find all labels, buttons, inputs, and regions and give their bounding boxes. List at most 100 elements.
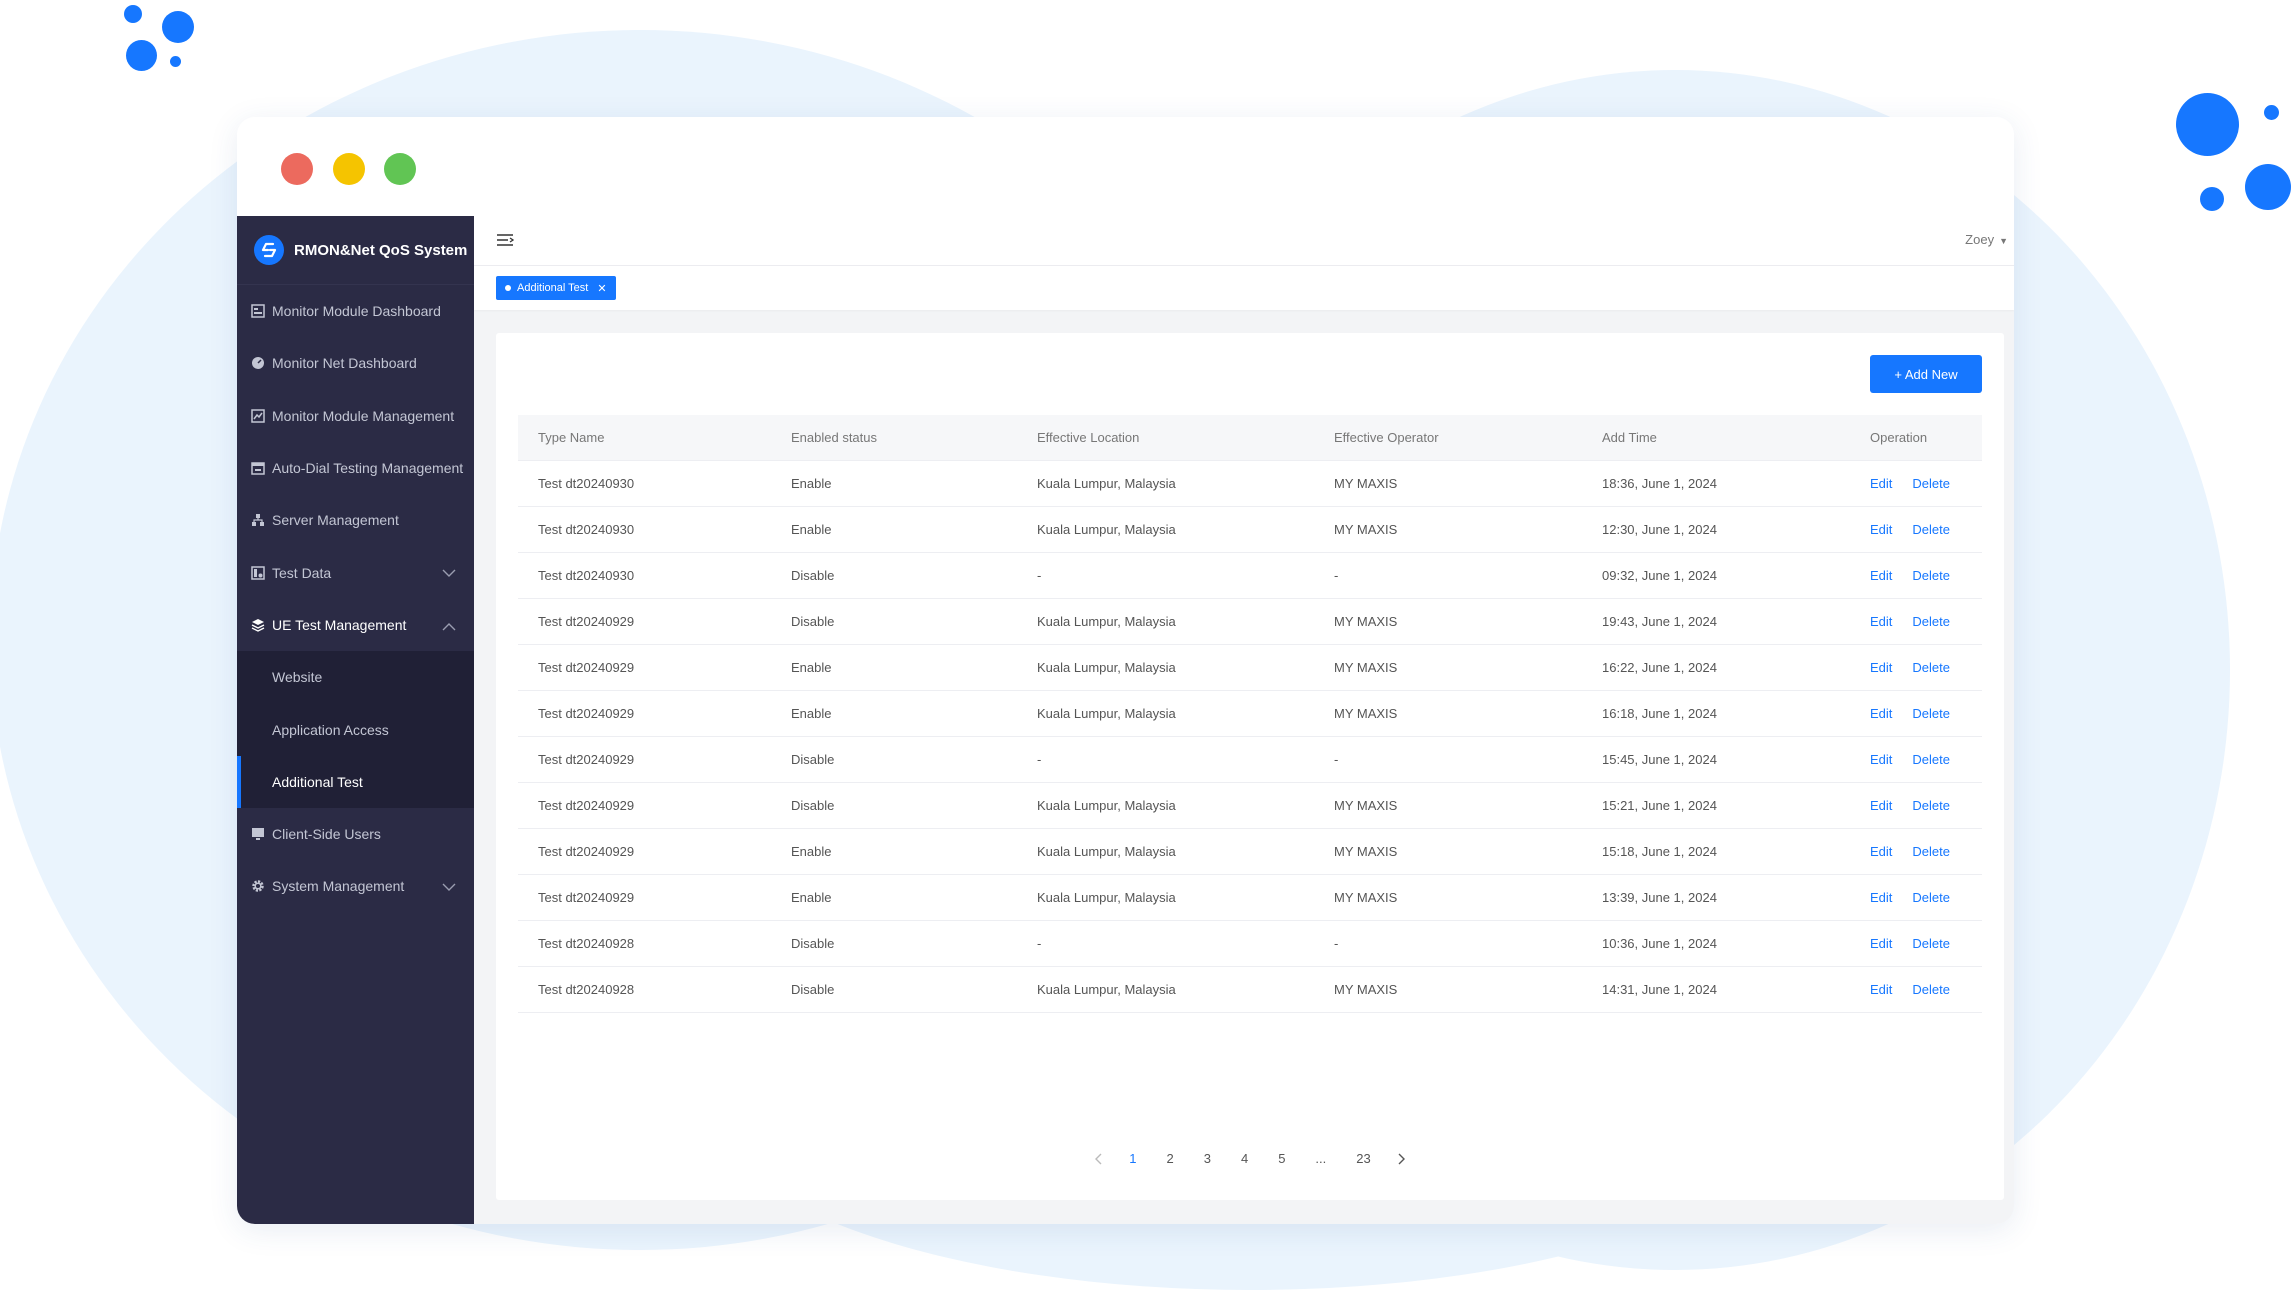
page-number[interactable]: 1 <box>1129 1151 1136 1166</box>
dashboard-icon <box>250 303 266 319</box>
delete-link[interactable]: Delete <box>1912 660 1950 675</box>
table-cell: Enable <box>771 506 1017 553</box>
delete-link[interactable]: Delete <box>1912 706 1950 721</box>
table-cell: Test dt20240929 <box>518 828 771 875</box>
edit-link[interactable]: Edit <box>1870 568 1892 583</box>
user-menu[interactable]: Zoey ▼ <box>1965 232 2008 247</box>
table-row: Test dt20240929 Enable Kuala Lumpur, Malay… <box>518 690 1982 737</box>
operation-cell: Edit Delete <box>1850 966 1982 1013</box>
sidebar-item-label: System Management <box>272 878 405 895</box>
table-cell: Test dt20240928 <box>518 920 771 967</box>
sidebar-item-label: Test Data <box>272 564 332 581</box>
minimize-window-button[interactable] <box>333 153 365 185</box>
sidebar-item-test-data[interactable]: Test Data <box>237 546 474 598</box>
menu-toggle-icon[interactable] <box>496 233 515 252</box>
delete-link[interactable]: Delete <box>1912 614 1950 629</box>
add-new-button[interactable]: + Add New <box>1870 355 1982 393</box>
sidebar-item-label: Monitor Module Dashboard <box>272 303 441 320</box>
main-area: Zoey ▼ Additional Test ✕ + Add New Type N… <box>474 216 2014 1224</box>
operation-cell: Edit Delete <box>1850 460 1982 507</box>
delete-link[interactable]: Delete <box>1912 982 1950 997</box>
table-cell: Kuala Lumpur, Malaysia <box>1017 874 1314 921</box>
sidebar: RMON&Net QoS System Monitor Module Dashb… <box>237 216 474 1224</box>
brand-logo-icon <box>254 235 284 265</box>
close-window-button[interactable] <box>281 153 313 185</box>
edit-link[interactable]: Edit <box>1870 936 1892 951</box>
page-number[interactable]: 5 <box>1278 1151 1285 1166</box>
delete-link[interactable]: Delete <box>1912 936 1950 951</box>
sidebar-item-label: Server Management <box>272 512 399 529</box>
brand[interactable]: RMON&Net QoS System <box>237 216 474 285</box>
table-cell: Disable <box>771 552 1017 599</box>
table-cell: Test dt20240929 <box>518 782 771 829</box>
table-row: Test dt20240929 Enable Kuala Lumpur, Malay… <box>518 828 1982 875</box>
edit-link[interactable]: Edit <box>1870 844 1892 859</box>
decor-dot <box>170 56 181 67</box>
edit-link[interactable]: Edit <box>1870 660 1892 675</box>
sidebar-item-label: Monitor Net Dashboard <box>272 355 417 372</box>
table-cell: Test dt20240928 <box>518 966 771 1013</box>
table-cell: 13:39, June 1, 2024 <box>1582 874 1850 921</box>
ue-test-submenu: Website Application Access Additional Te… <box>237 651 474 809</box>
table-cell: Enable <box>771 460 1017 507</box>
table-cell: Kuala Lumpur, Malaysia <box>1017 828 1314 875</box>
edit-link[interactable]: Edit <box>1870 522 1892 537</box>
table-cell: 16:22, June 1, 2024 <box>1582 644 1850 691</box>
operation-cell: Edit Delete <box>1850 920 1982 967</box>
delete-link[interactable]: Delete <box>1912 476 1950 491</box>
table-cell: 16:18, June 1, 2024 <box>1582 690 1850 737</box>
operation-cell: Edit Delete <box>1850 782 1982 829</box>
page-number[interactable]: 2 <box>1166 1151 1173 1166</box>
edit-link[interactable]: Edit <box>1870 476 1892 491</box>
edit-link[interactable]: Edit <box>1870 752 1892 767</box>
sidebar-item-ue-test-management[interactable]: UE Test Management <box>237 599 474 651</box>
sidebar-item-monitor-module-management[interactable]: Monitor Module Management <box>237 390 474 442</box>
delete-link[interactable]: Delete <box>1912 568 1950 583</box>
top-bar: Zoey ▼ <box>474 216 2014 266</box>
sidebar-item-monitor-module-dashboard[interactable]: Monitor Module Dashboard <box>237 285 474 337</box>
edit-link[interactable]: Edit <box>1870 798 1892 813</box>
table-cell: Disable <box>771 920 1017 967</box>
sidebar-subitem-additional-test[interactable]: Additional Test <box>237 755 474 809</box>
operation-cell: Edit Delete <box>1850 690 1982 737</box>
table-cell: 18:36, June 1, 2024 <box>1582 460 1850 507</box>
edit-link[interactable]: Edit <box>1870 614 1892 629</box>
maximize-window-button[interactable] <box>384 153 416 185</box>
page-number[interactable]: 4 <box>1241 1151 1248 1166</box>
chevron-left-icon <box>1095 1153 1102 1164</box>
delete-link[interactable]: Delete <box>1912 844 1950 859</box>
sidebar-subitem-website[interactable]: Website <box>237 651 474 703</box>
sidebar-item-system-management[interactable]: System Management <box>237 860 474 912</box>
next-page-button[interactable] <box>1398 1153 1406 1165</box>
delete-link[interactable]: Delete <box>1912 798 1950 813</box>
delete-link[interactable]: Delete <box>1912 522 1950 537</box>
edit-link[interactable]: Edit <box>1870 706 1892 721</box>
page-number[interactable]: 23 <box>1356 1151 1370 1166</box>
network-icon <box>250 512 266 528</box>
sidebar-subitem-application-access[interactable]: Application Access <box>237 703 474 755</box>
decor-dot <box>162 11 194 43</box>
sidebar-item-server-management[interactable]: Server Management <box>237 494 474 546</box>
close-icon[interactable]: ✕ <box>597 282 606 295</box>
table-cell: MY MAXIS <box>1314 874 1582 921</box>
sidebar-item-label: Monitor Module Management <box>272 407 455 424</box>
prev-page-button[interactable] <box>1094 1153 1102 1165</box>
window-titlebar <box>237 117 2014 216</box>
table-cell: MY MAXIS <box>1314 598 1582 645</box>
sidebar-item-monitor-net-dashboard[interactable]: Monitor Net Dashboard <box>237 337 474 389</box>
delete-link[interactable]: Delete <box>1912 890 1950 905</box>
delete-link[interactable]: Delete <box>1912 752 1950 767</box>
table-cell: - <box>1017 920 1314 967</box>
page-number[interactable]: 3 <box>1204 1151 1211 1166</box>
sidebar-item-client-side-users[interactable]: Client-Side Users <box>237 808 474 860</box>
table-cell: - <box>1017 736 1314 783</box>
edit-link[interactable]: Edit <box>1870 890 1892 905</box>
chevron-right-icon <box>1398 1153 1405 1164</box>
sidebar-item-auto-dial-testing-management[interactable]: Auto-Dial Testing Management <box>237 442 474 494</box>
edit-link[interactable]: Edit <box>1870 982 1892 997</box>
data-table: Type Name Enabled status Effective Locat… <box>518 415 1982 1013</box>
gear-icon <box>250 878 266 894</box>
tab-additional-test[interactable]: Additional Test ✕ <box>496 276 616 300</box>
table-cell: 15:45, June 1, 2024 <box>1582 736 1850 783</box>
table-cell: Kuala Lumpur, Malaysia <box>1017 644 1314 691</box>
